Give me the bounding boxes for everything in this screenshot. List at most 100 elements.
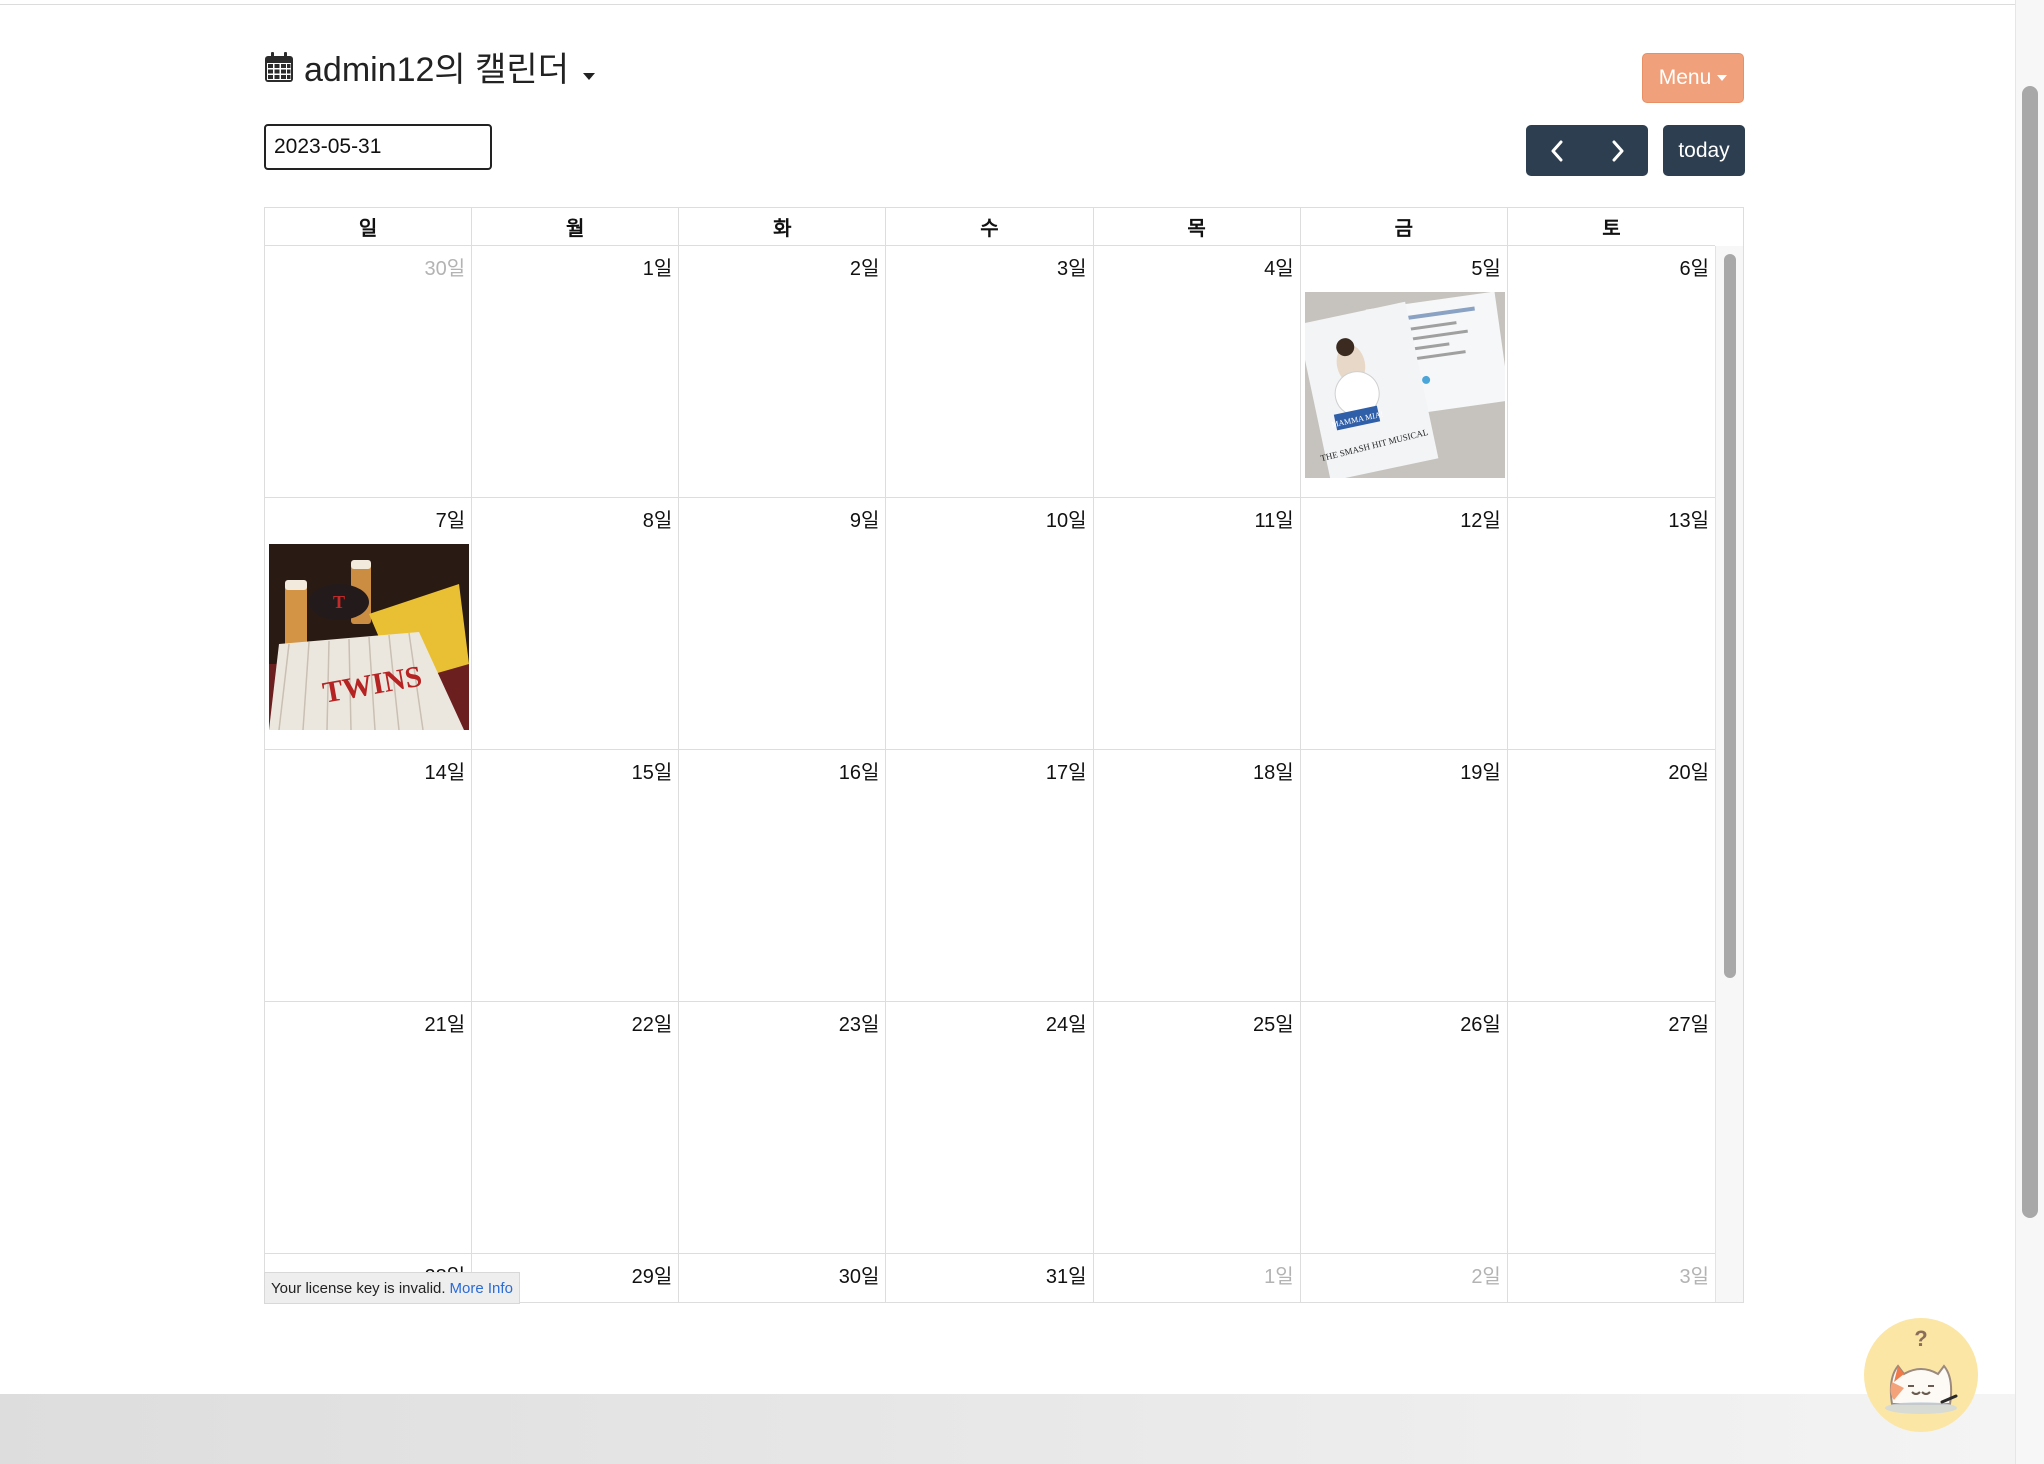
- day-number[interactable]: 7일: [436, 504, 466, 533]
- day-number[interactable]: 25일: [1253, 1008, 1294, 1037]
- day-number[interactable]: 30일: [424, 252, 465, 281]
- day-cell[interactable]: 18일: [1094, 750, 1301, 1001]
- day-cell[interactable]: 3일: [886, 246, 1094, 497]
- day-number[interactable]: 21일: [424, 1008, 465, 1037]
- day-cell[interactable]: 12일: [1301, 498, 1508, 749]
- event-photo-twins[interactable]: T TWINS: [269, 544, 469, 730]
- day-cell[interactable]: 23일: [679, 1002, 887, 1253]
- day-cell[interactable]: 27일: [1508, 1002, 1715, 1253]
- day-number[interactable]: 26일: [1460, 1008, 1501, 1037]
- date-input[interactable]: [264, 124, 492, 170]
- day-number[interactable]: 1일: [643, 252, 673, 281]
- day-cell[interactable]: 22일: [472, 1002, 680, 1253]
- day-number[interactable]: 10일: [1046, 504, 1087, 533]
- day-number[interactable]: 31일: [1046, 1260, 1087, 1289]
- day-cell[interactable]: 17일: [886, 750, 1094, 1001]
- day-number[interactable]: 2일: [850, 252, 880, 281]
- calendar-title: admin12의 캘린더: [304, 51, 569, 89]
- weekday-label: 금: [1301, 208, 1508, 245]
- help-button[interactable]: ?: [1864, 1318, 1978, 1432]
- day-cell[interactable]: 31일: [886, 1254, 1094, 1302]
- svg-text:T: T: [333, 592, 345, 612]
- event-photo-ticket[interactable]: MAMMA MIA! THE SMASH HIT MUSICAL: [1304, 292, 1505, 478]
- day-cell[interactable]: 21일: [265, 1002, 473, 1253]
- weekday-label: 화: [679, 208, 887, 245]
- weekday-label: 일: [265, 208, 473, 245]
- day-cell[interactable]: 24일: [886, 1002, 1094, 1253]
- day-cell[interactable]: 14일: [265, 750, 473, 1001]
- cat-help-icon: ?: [1885, 1326, 1958, 1414]
- weekday-header: 일 월 화 수 목 금 토: [265, 208, 1715, 246]
- day-cell[interactable]: 9일: [679, 498, 887, 749]
- menu-button[interactable]: Menu: [1642, 53, 1744, 103]
- day-cell[interactable]: 10일: [886, 498, 1094, 749]
- day-number[interactable]: 3일: [1679, 1260, 1709, 1289]
- next-month-button[interactable]: [1587, 125, 1648, 176]
- day-cell[interactable]: 26일: [1301, 1002, 1508, 1253]
- calendar-icon: [265, 51, 293, 82]
- day-cell[interactable]: 2일: [679, 246, 887, 497]
- day-number[interactable]: 15일: [632, 756, 673, 785]
- day-cell[interactable]: 19일: [1301, 750, 1508, 1001]
- weekday-label: 토: [1602, 218, 1621, 240]
- more-info-link[interactable]: More Info: [450, 1280, 513, 1297]
- page-title[interactable]: admin12의 캘린더: [264, 42, 595, 91]
- page-scrollbar-thumb[interactable]: [2022, 86, 2038, 1218]
- day-cell[interactable]: 11일: [1094, 498, 1301, 749]
- footer-bar: [0, 1394, 2015, 1464]
- day-cell[interactable]: 25일: [1094, 1002, 1301, 1253]
- day-number[interactable]: 14일: [424, 756, 465, 785]
- day-number[interactable]: 2일: [1471, 1260, 1501, 1289]
- day-number[interactable]: 3일: [1057, 252, 1087, 281]
- day-number[interactable]: 11일: [1255, 504, 1294, 533]
- day-cell[interactable]: 8일: [472, 498, 680, 749]
- day-cell[interactable]: 30일: [679, 1254, 887, 1302]
- weekday-label: 월: [472, 208, 680, 245]
- day-number[interactable]: 9일: [850, 504, 880, 533]
- calendar-scrollbar[interactable]: [1715, 246, 1743, 1302]
- day-cell[interactable]: 13일: [1508, 498, 1715, 749]
- day-number[interactable]: 22일: [632, 1008, 673, 1037]
- day-number[interactable]: 24일: [1046, 1008, 1087, 1037]
- license-text: Your license key is invalid.: [271, 1279, 446, 1297]
- day-number[interactable]: 23일: [839, 1008, 880, 1037]
- caret-down-icon: [1717, 75, 1728, 81]
- day-number[interactable]: 30일: [839, 1260, 880, 1289]
- day-cell[interactable]: 1일: [472, 246, 680, 497]
- day-number[interactable]: 13일: [1668, 504, 1709, 533]
- prev-month-button[interactable]: [1526, 125, 1587, 176]
- day-cell[interactable]: 7일 T TWINS: [265, 498, 473, 749]
- day-number[interactable]: 16일: [839, 756, 880, 785]
- day-number[interactable]: 5일: [1471, 252, 1501, 281]
- month-nav: [1526, 125, 1648, 176]
- day-cell[interactable]: 4일: [1094, 246, 1301, 497]
- day-number[interactable]: 6일: [1679, 252, 1709, 281]
- day-cell[interactable]: 16일: [679, 750, 887, 1001]
- weekday-label: 목: [1094, 208, 1301, 245]
- calendar-scrollbar-thumb[interactable]: [1724, 254, 1736, 978]
- day-number[interactable]: 19일: [1460, 756, 1501, 785]
- today-button[interactable]: today: [1663, 125, 1745, 176]
- day-cell[interactable]: 2일: [1301, 1254, 1508, 1302]
- day-cell[interactable]: 1일: [1094, 1254, 1301, 1302]
- day-number[interactable]: 18일: [1253, 756, 1294, 785]
- day-cell[interactable]: 30일: [265, 246, 473, 497]
- day-cell[interactable]: 5일 MAMMA MIA! THE SMASH HIT MUSICAL: [1301, 246, 1508, 497]
- menu-button-label: Menu: [1658, 66, 1712, 89]
- day-cell[interactable]: 3일: [1508, 1254, 1715, 1302]
- day-cell[interactable]: 15일: [472, 750, 680, 1001]
- day-cell[interactable]: 6일: [1508, 246, 1715, 497]
- caret-down-icon[interactable]: [583, 73, 595, 80]
- ticket-photo: MAMMA MIA! THE SMASH HIT MUSICAL: [1304, 292, 1505, 478]
- day-number[interactable]: 12일: [1460, 504, 1501, 533]
- page-scrollbar[interactable]: [2015, 0, 2044, 1464]
- day-number[interactable]: 8일: [643, 504, 673, 533]
- day-number[interactable]: 17일: [1046, 756, 1087, 785]
- day-number[interactable]: 20일: [1668, 756, 1709, 785]
- day-number[interactable]: 4일: [1264, 252, 1294, 281]
- license-notice: Your license key is invalid. More Info: [264, 1272, 520, 1304]
- day-number[interactable]: 29일: [632, 1260, 673, 1289]
- day-number[interactable]: 1일: [1264, 1260, 1294, 1289]
- day-cell[interactable]: 20일: [1508, 750, 1715, 1001]
- day-number[interactable]: 27일: [1668, 1008, 1709, 1037]
